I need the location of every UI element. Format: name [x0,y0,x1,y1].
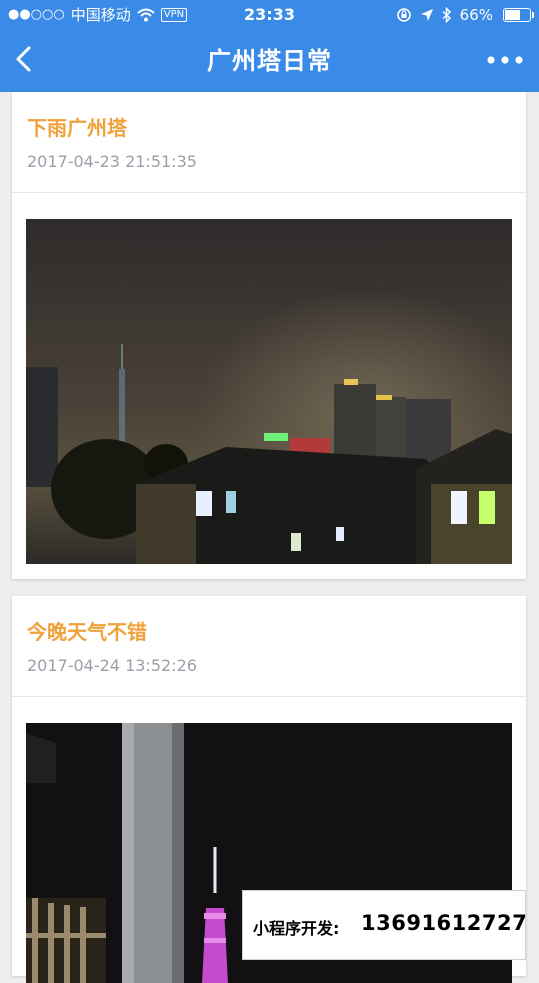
contact-banner[interactable]: 小程序开发: 13691612727 [242,890,527,960]
post-date: 2017-04-24 13:52:26 [27,656,197,675]
battery-icon [503,8,534,22]
location-arrow-icon [420,9,433,21]
rotation-lock-icon [396,8,411,22]
battery-percent: 66% [459,6,493,24]
nav-bar: 广州塔日常 [0,30,539,92]
banner-phone[interactable]: 13691612727 [361,911,527,935]
post-date: 2017-04-23 21:51:35 [27,152,197,171]
more-horizontal-icon[interactable] [485,48,525,72]
post-header: 下雨广州塔 2017-04-23 21:51:35 [12,92,526,193]
top-bar: ●●○○○ 中国移动 VPN 23:33 66% 广州塔日常 [0,0,539,92]
post-card[interactable]: 下雨广州塔 2017-04-23 21:51:35 [12,92,526,579]
page-title: 广州塔日常 [207,47,332,75]
status-bar: ●●○○○ 中国移动 VPN 23:33 66% [0,0,539,30]
post-title: 下雨广州塔 [27,116,127,140]
post-title: 今晚天气不错 [27,620,147,644]
banner-label: 小程序开发: [253,919,340,938]
post-photo[interactable] [26,219,512,564]
post-header: 今晚天气不错 2017-04-24 13:52:26 [12,596,526,697]
bluetooth-icon [442,7,451,23]
